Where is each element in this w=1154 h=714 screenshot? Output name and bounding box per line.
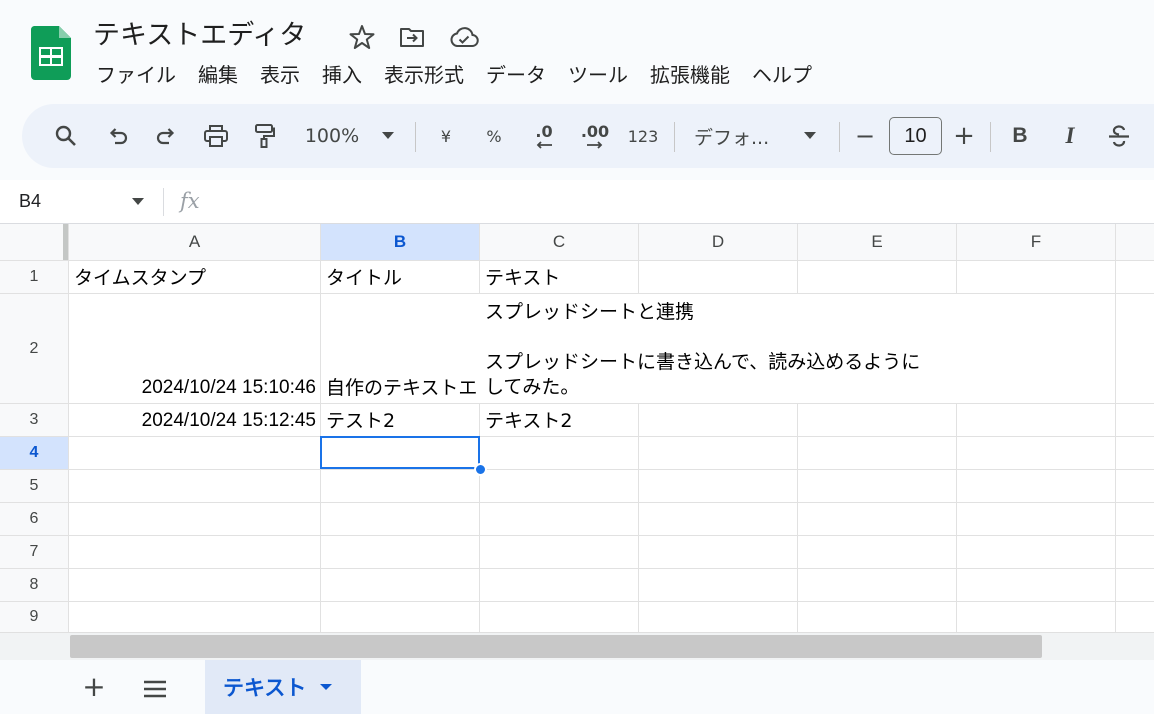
increase-decimal-label: .00 <box>580 122 610 141</box>
toolbar: 100% ¥ % .0 .00 123 デフォ... − + B I <box>22 104 1154 168</box>
bold-button[interactable]: B <box>1006 116 1034 156</box>
cloud-saved-icon[interactable] <box>449 24 479 50</box>
sheet-tab-dropdown-icon[interactable] <box>320 684 333 690</box>
sheet-bar: + テキスト <box>0 660 1154 714</box>
scrollbar-thumb[interactable] <box>70 635 1042 658</box>
menu-view[interactable]: 表示 <box>249 60 311 90</box>
add-sheet-button[interactable]: + <box>78 670 110 704</box>
name-box-value: B4 <box>19 191 42 211</box>
font-family-select[interactable]: デフォ... <box>694 116 784 156</box>
column-header-b[interactable]: B <box>321 224 479 260</box>
row-header-2[interactable]: 2 <box>0 294 68 403</box>
fx-icon: fx <box>180 189 200 213</box>
toolbar-divider <box>674 122 675 152</box>
increase-decimal-button[interactable]: .00 <box>573 116 617 156</box>
currency-format-button[interactable]: ¥ <box>432 116 460 156</box>
menu-help[interactable]: ヘルプ <box>741 60 823 90</box>
toolbar-divider <box>839 122 840 152</box>
column-header-c[interactable]: C <box>480 224 638 260</box>
cell-c2-line-2[interactable]: スプレッドシートに書き込んで、読み込めるように <box>485 349 920 375</box>
menu-extensions[interactable]: 拡張機能 <box>639 60 741 90</box>
toolbar-divider <box>415 122 416 152</box>
arrow-right-icon <box>587 141 603 149</box>
menu-tools[interactable]: ツール <box>557 60 639 90</box>
all-sheets-menu-icon[interactable] <box>140 674 170 704</box>
cell-b3[interactable]: テスト2 <box>326 408 395 434</box>
cell-b2[interactable]: 自作のテキストエ <box>326 375 479 401</box>
menu-bar: ファイル 編集 表示 挿入 表示形式 データ ツール 拡張機能 ヘルプ <box>85 60 823 90</box>
font-size-input[interactable] <box>889 117 942 155</box>
app-header: テキストエディタ ファイル 編集 表示 挿入 表示形式 データ ツール 拡張機能… <box>0 0 1154 100</box>
menu-file[interactable]: ファイル <box>85 60 187 90</box>
decrease-font-size-button[interactable]: − <box>852 116 878 156</box>
fill-handle[interactable] <box>474 463 487 476</box>
row-header-5[interactable]: 5 <box>0 470 68 502</box>
cell-a3[interactable]: 2024/10/24 15:12:45 <box>72 408 316 434</box>
select-all-corner[interactable] <box>0 224 63 260</box>
toolbar-divider <box>990 122 991 152</box>
formula-divider <box>163 188 164 216</box>
cell-a2[interactable]: 2024/10/24 15:10:46 <box>72 375 316 401</box>
column-header-f[interactable]: F <box>957 224 1115 260</box>
undo-icon[interactable] <box>102 116 134 156</box>
strikethrough-icon[interactable] <box>1104 116 1134 156</box>
number-format-button[interactable]: 123 <box>624 116 662 156</box>
column-header-a[interactable]: A <box>69 224 320 260</box>
menu-insert[interactable]: 挿入 <box>311 60 373 90</box>
paint-format-icon[interactable] <box>248 116 280 156</box>
row-header-6[interactable]: 6 <box>0 503 68 535</box>
zoom-dropdown-icon[interactable] <box>380 116 396 156</box>
column-header-d[interactable]: D <box>639 224 797 260</box>
decrease-decimal-label: .0 <box>535 122 553 141</box>
name-box-dropdown-icon[interactable] <box>132 198 144 206</box>
redo-icon[interactable] <box>150 116 182 156</box>
row-header-7[interactable]: 7 <box>0 536 68 568</box>
zoom-select[interactable]: 100% <box>300 116 364 156</box>
menu-data[interactable]: データ <box>475 60 557 90</box>
column-header-g[interactable] <box>1116 224 1154 260</box>
menu-edit[interactable]: 編集 <box>187 60 249 90</box>
horizontal-scrollbar[interactable] <box>0 632 1154 660</box>
cell-b1[interactable]: タイトル <box>326 265 402 291</box>
cell-c2-line-1[interactable]: スプレッドシートと連携 <box>485 299 694 325</box>
sheet-tab-label: テキスト <box>223 676 307 700</box>
arrow-left-icon <box>536 141 552 149</box>
selected-cell-b4[interactable] <box>320 436 480 469</box>
print-icon[interactable] <box>198 116 234 156</box>
document-title[interactable]: テキストエディタ <box>93 18 306 54</box>
row-header-9[interactable]: 9 <box>0 602 68 632</box>
move-folder-icon[interactable] <box>399 24 425 50</box>
cell-c2-line-3[interactable]: してみた。 <box>485 374 579 400</box>
menu-format[interactable]: 表示形式 <box>373 60 475 90</box>
italic-button[interactable]: I <box>1056 116 1084 156</box>
font-dropdown-icon[interactable] <box>802 116 818 156</box>
row-header-4[interactable]: 4 <box>0 437 68 469</box>
row-header-8[interactable]: 8 <box>0 569 68 601</box>
increase-font-size-button[interactable]: + <box>951 116 977 156</box>
star-icon[interactable] <box>349 24 375 50</box>
name-box[interactable]: B4 <box>0 180 160 224</box>
formula-bar: B4 fx <box>0 180 1154 224</box>
cell-c3[interactable]: テキスト2 <box>485 408 573 434</box>
row-header-1[interactable]: 1 <box>0 261 68 293</box>
sheets-logo[interactable] <box>31 26 71 80</box>
cell-a1[interactable]: タイムスタンプ <box>74 265 206 291</box>
search-icon[interactable] <box>48 116 84 156</box>
percent-format-button[interactable]: % <box>480 116 508 156</box>
sheet-tab[interactable]: テキスト <box>205 660 361 714</box>
spreadsheet-grid[interactable]: A B C D E F 1 2 3 4 5 6 7 8 9 タイムスタンプ タイ… <box>0 224 1154 632</box>
column-header-e[interactable]: E <box>798 224 956 260</box>
row-header-3[interactable]: 3 <box>0 404 68 436</box>
cell-c1[interactable]: テキスト <box>485 265 560 291</box>
decrease-decimal-button[interactable]: .0 <box>524 116 564 156</box>
